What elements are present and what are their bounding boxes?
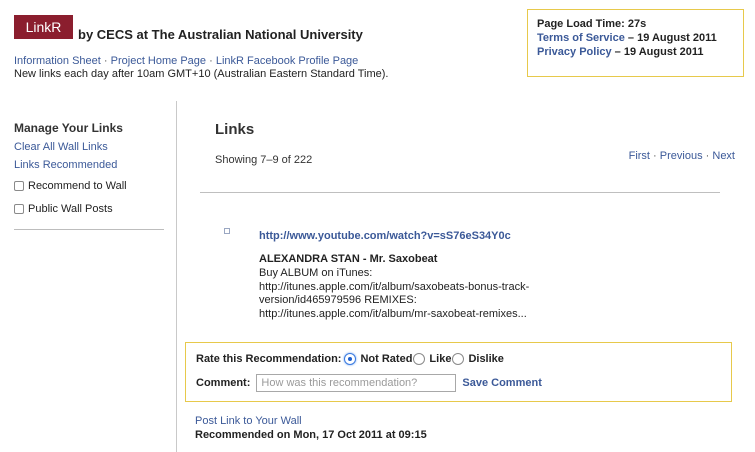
sidebar-title: Manage Your Links (14, 121, 123, 135)
recommend-to-wall-option[interactable]: Recommend to Wall (14, 174, 164, 197)
sidebar-divider (14, 229, 164, 230)
separator: · (653, 150, 657, 162)
comment-row: Comment: Save Comment (196, 374, 542, 392)
clear-all-wall-links[interactable]: Clear All Wall Links (14, 138, 164, 156)
checkbox-label: Recommend to Wall (28, 179, 127, 192)
rating-label: Rate this Recommendation: (196, 353, 342, 365)
save-comment-button[interactable]: Save Comment (462, 377, 541, 389)
separator: · (705, 150, 710, 162)
comment-label: Comment: (196, 377, 251, 389)
pagination: First · Previous · Next (629, 150, 735, 162)
previous-page-link[interactable]: Previous (660, 150, 703, 162)
results-count: Showing 7–9 of 222 (215, 154, 313, 166)
rating-panel: Rate this Recommendation: Not Rated Like… (185, 342, 732, 402)
next-page-link[interactable]: Next (712, 150, 735, 162)
column-divider (176, 101, 177, 452)
terms-date: – 19 August 2011 (627, 32, 717, 44)
like-label[interactable]: Like (429, 353, 451, 365)
separator: · (103, 55, 108, 67)
like-radio[interactable] (413, 353, 426, 365)
info-box: Page Load Time: 27s Terms of Service – 1… (527, 9, 744, 77)
public-wall-posts-option[interactable]: Public Wall Posts (14, 197, 164, 220)
sidebar: Manage Your Links Clear All Wall Links L… (14, 121, 164, 220)
not-rated-label[interactable]: Not Rated (360, 353, 412, 365)
project-home-page-link[interactable]: Project Home Page (111, 55, 206, 67)
post-link-to-wall[interactable]: Post Link to Your Wall (195, 415, 302, 427)
dislike-radio[interactable] (452, 353, 465, 365)
not-rated-radio[interactable] (344, 353, 357, 365)
rating-row: Rate this Recommendation: Not Rated Like… (196, 353, 505, 365)
main-divider (200, 192, 720, 193)
facebook-profile-page-link[interactable]: LinkR Facebook Profile Page (216, 55, 358, 67)
update-note: New links each day after 10am GMT+10 (Au… (14, 68, 389, 80)
page-title: Links (215, 121, 255, 138)
linkr-logo[interactable]: LinkR (14, 15, 73, 39)
recommend-to-wall-checkbox[interactable] (14, 180, 24, 191)
separator: · (209, 55, 213, 67)
checkbox-label: Public Wall Posts (28, 202, 113, 215)
first-page-link[interactable]: First (629, 150, 650, 162)
information-sheet-link[interactable]: Information Sheet (14, 55, 101, 67)
privacy-policy-link[interactable]: Privacy Policy (537, 46, 612, 58)
recommended-date: Recommended on Mon, 17 Oct 2011 at 09:15 (195, 429, 427, 441)
post-url-link[interactable]: http://www.youtube.com/watch?v=sS76eS34Y… (259, 230, 511, 242)
list-bullet-icon (224, 228, 230, 234)
post-description: Buy ALBUM on iTunes: http://itunes.apple… (259, 267, 530, 320)
links-recommended[interactable]: Links Recommended (14, 156, 164, 174)
terms-of-service-link[interactable]: Terms of Service (537, 32, 625, 44)
dislike-label[interactable]: Dislike (468, 353, 503, 365)
header-links: Information Sheet · Project Home Page · … (14, 55, 358, 67)
byline: by CECS at The Australian National Unive… (78, 27, 363, 42)
page-load-time: Page Load Time: 27s (537, 18, 647, 30)
post-title: ALEXANDRA STAN - Mr. Saxobeat (259, 253, 438, 265)
privacy-date: – 19 August 2011 (614, 46, 704, 58)
comment-input[interactable] (256, 374, 457, 392)
public-wall-posts-checkbox[interactable] (14, 203, 24, 214)
